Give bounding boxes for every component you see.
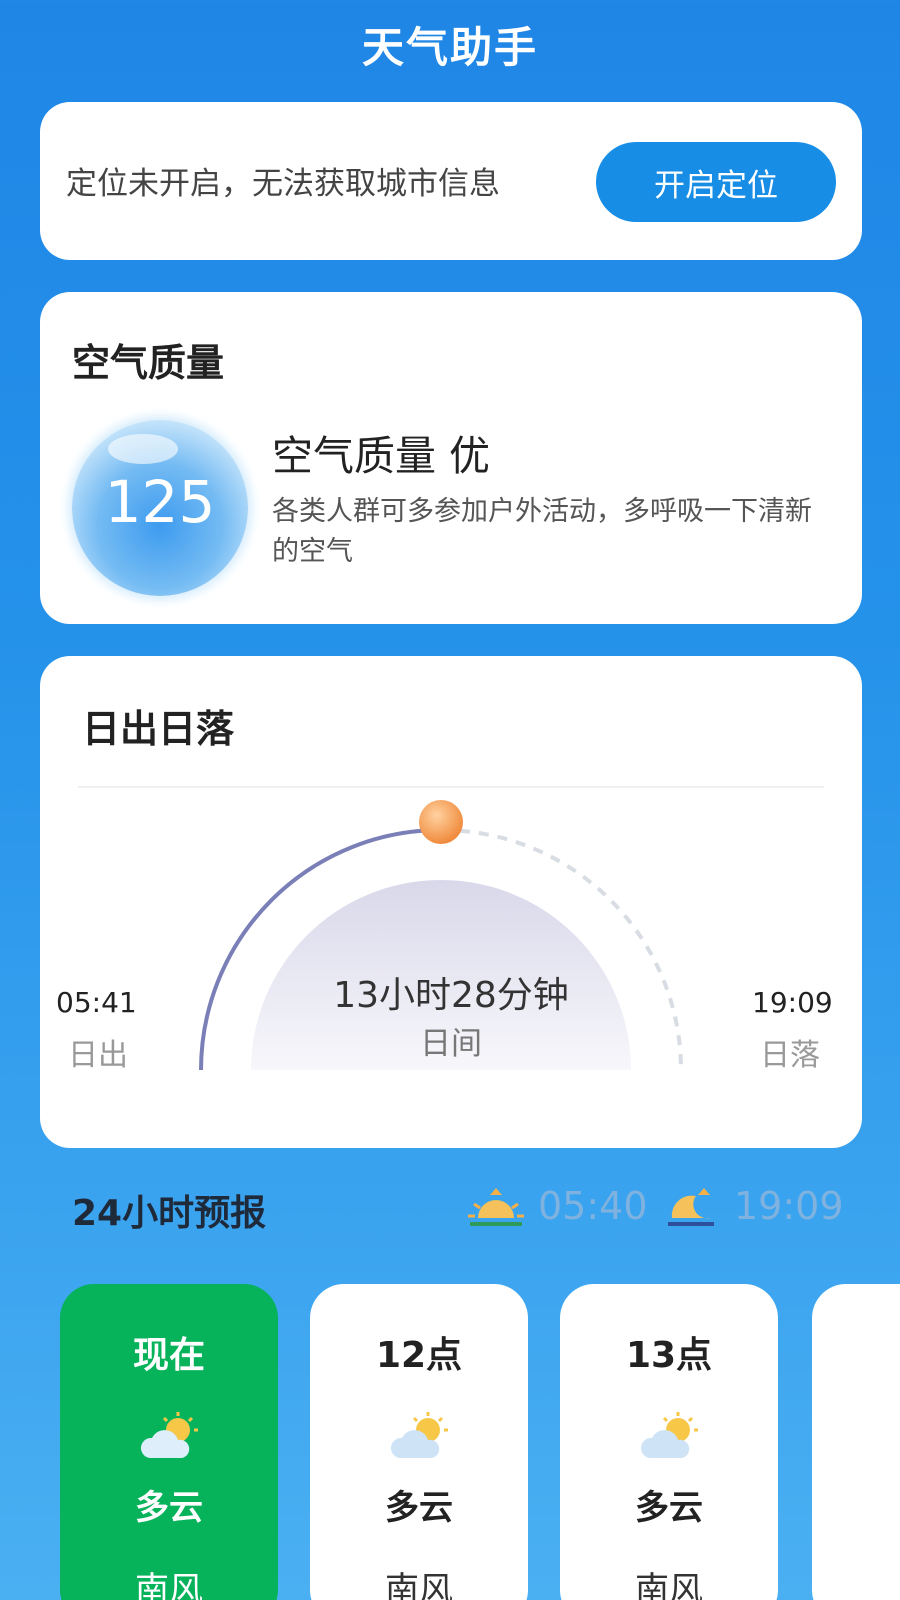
hour-wind: 南风	[635, 1570, 703, 1600]
sunrise-time: 05:41	[56, 986, 137, 1019]
air-quality-title: 空气质量	[72, 341, 225, 385]
air-quality-level: 空气质量 优	[272, 432, 491, 480]
hour-time: 13点	[625, 1335, 713, 1376]
forecast-sunset-time: 19:09	[734, 1184, 844, 1228]
location-message: 定位未开启，无法获取城市信息	[66, 166, 500, 202]
forecast-sunrise-time: 05:40	[538, 1184, 648, 1228]
hour-card-now[interactable]: 现在 多云 南风	[60, 1284, 278, 1600]
hour-wind: 南风	[385, 1570, 453, 1600]
air-quality-card: 空气质量 125 空气质量 优 各类人群可多参加户外活动，多呼吸一下清新的空气	[40, 292, 862, 624]
hour-card-12[interactable]: 12点 多云 南风	[310, 1284, 528, 1600]
forecast-title: 24小时预报	[72, 1193, 267, 1234]
sun-card: 日出日落 05:41 日出 19:09 日落 13小时28分钟 日间	[40, 656, 862, 1148]
hour-wind: 南风	[135, 1570, 203, 1600]
sunset-label: 日落	[760, 1038, 820, 1073]
moonrise-icon	[668, 1188, 714, 1226]
sunrise-icon	[468, 1188, 524, 1226]
enable-location-button[interactable]: 开启定位	[596, 142, 836, 222]
aqi-value: 125	[104, 468, 216, 536]
air-quality-description: 各类人群可多参加户外活动，多呼吸一下清新的空气	[272, 496, 812, 567]
sun-icon	[419, 800, 463, 844]
partly-cloudy-icon	[140, 1412, 198, 1458]
hour-card-next[interactable]	[812, 1284, 900, 1600]
partly-cloudy-icon	[640, 1412, 698, 1458]
aqi-bubble: 125	[72, 420, 248, 596]
hour-condition: 多云	[635, 1488, 703, 1528]
day-length-label: 日间	[420, 1026, 482, 1062]
hour-condition: 多云	[385, 1488, 453, 1528]
hour-card-13[interactable]: 13点 多云 南风	[560, 1284, 778, 1600]
sun-path-diagram	[199, 800, 683, 1071]
sunset-time: 19:09	[752, 986, 833, 1019]
page-title: 天气助手	[361, 23, 538, 72]
hour-time: 12点	[375, 1335, 463, 1376]
hour-condition: 多云	[135, 1488, 203, 1528]
day-length: 13小时28分钟	[333, 975, 569, 1016]
partly-cloudy-icon	[390, 1412, 448, 1458]
location-card: 定位未开启，无法获取城市信息 开启定位	[40, 102, 862, 260]
hour-time: 现在	[132, 1335, 205, 1376]
sunrise-label: 日出	[68, 1038, 128, 1073]
